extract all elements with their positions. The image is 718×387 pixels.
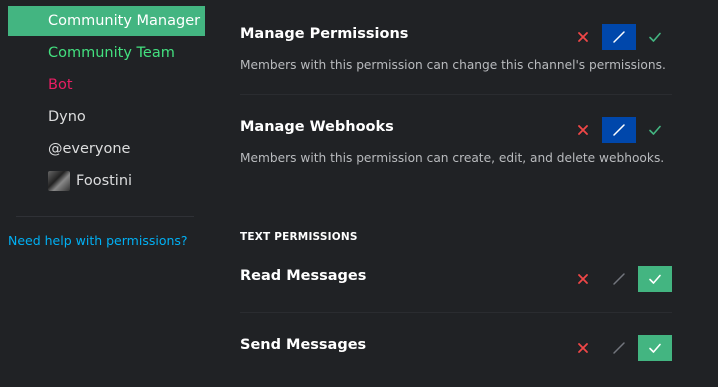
deny-button[interactable] [566,24,600,50]
role-label: Bot [48,77,73,93]
deny-button[interactable] [566,335,600,361]
check-icon [649,274,661,284]
x-icon [578,32,588,42]
slash-icon [613,124,625,136]
x-icon [578,343,588,353]
permission-description: Members with this permission can change … [240,58,666,72]
allow-button[interactable] [638,335,672,361]
neutral-button[interactable] [602,24,636,50]
divider [240,312,672,313]
deny-button[interactable] [566,117,600,143]
role-label: Dyno [48,109,86,125]
x-icon [578,125,588,135]
permission-title: Send Messages [240,337,367,353]
member-foostini[interactable]: Foostini [8,166,205,196]
permission-toggle [566,266,672,292]
role-dyno[interactable]: Dyno [8,102,205,132]
check-icon [649,125,661,135]
allow-button[interactable] [638,266,672,292]
slash-icon [613,273,625,285]
permission-title: Read Messages [240,268,367,284]
neutral-button[interactable] [602,335,636,361]
permissions-panel: Manage Permissions Members with this per… [205,0,718,387]
divider [240,94,672,95]
slash-icon [613,342,625,354]
neutral-button[interactable] [602,117,636,143]
permission-title: Manage Webhooks [240,119,394,135]
allow-button[interactable] [638,117,672,143]
member-label: Foostini [76,173,133,189]
permission-toggle [566,24,672,50]
role-bot[interactable]: Bot [8,70,205,100]
check-icon [649,343,661,353]
permission-description: Members with this permission can create,… [240,151,665,165]
avatar [48,171,70,191]
section-header: TEXT PERMISSIONS [240,231,358,243]
roles-sidebar: Community Manager Community Team Bot Dyn… [0,0,205,387]
permission-toggle [566,117,672,143]
sidebar-divider [16,216,194,217]
role-community-manager[interactable]: Community Manager [8,6,205,36]
neutral-button[interactable] [602,266,636,292]
check-icon [649,32,661,42]
allow-button[interactable] [638,24,672,50]
permission-toggle [566,335,672,361]
role-label: Community Manager [48,13,201,29]
slash-icon [613,31,625,43]
role-community-team[interactable]: Community Team [8,38,205,68]
permission-title: Manage Permissions [240,26,409,42]
role-label: Community Team [48,45,175,61]
role-everyone[interactable]: @everyone [8,134,205,164]
x-icon [578,274,588,284]
deny-button[interactable] [566,266,600,292]
role-label: @everyone [48,141,131,157]
help-permissions-link[interactable]: Need help with permissions? [8,233,188,248]
